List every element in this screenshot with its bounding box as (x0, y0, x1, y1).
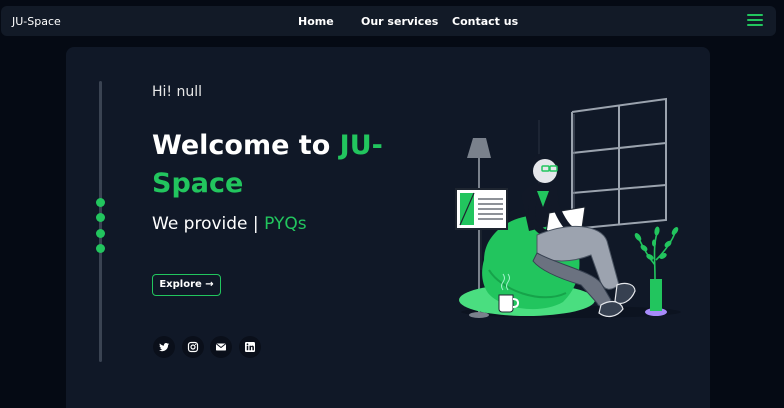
nav-link-our-services[interactable]: Our services (361, 15, 438, 28)
slide-dot-2[interactable] (96, 213, 105, 222)
headline-white: Welcome to (152, 130, 340, 161)
instagram-icon[interactable] (182, 336, 204, 358)
mail-icon[interactable] (210, 336, 232, 358)
twitter-icon[interactable] (153, 336, 175, 358)
student-reading-illustration (455, 97, 681, 318)
slide-dot-4[interactable] (96, 244, 105, 253)
greeting-text: Hi! null (152, 84, 203, 100)
hero-card: Hi! null Welcome to JU-Space We provide … (66, 47, 710, 408)
hamburger-icon[interactable] (747, 14, 763, 28)
explore-button[interactable]: Explore → (152, 274, 221, 296)
nav-link-contact-us[interactable]: Contact us (452, 15, 518, 28)
hero-tagline: We provide | PYQs (152, 214, 307, 234)
tagline-highlight: PYQs (264, 214, 307, 234)
slide-dot-3[interactable] (96, 229, 105, 238)
nav-link-home[interactable]: Home (298, 15, 334, 28)
linkedin-icon[interactable] (239, 336, 261, 358)
hero-headline: Welcome to JU-Space (152, 127, 392, 203)
navbar: JU-Space Home Our services Contact us (1, 6, 776, 36)
brand-logo[interactable]: JU-Space (12, 15, 61, 28)
tagline-prefix: We provide | (152, 214, 265, 234)
slide-dot-1[interactable] (96, 198, 105, 207)
